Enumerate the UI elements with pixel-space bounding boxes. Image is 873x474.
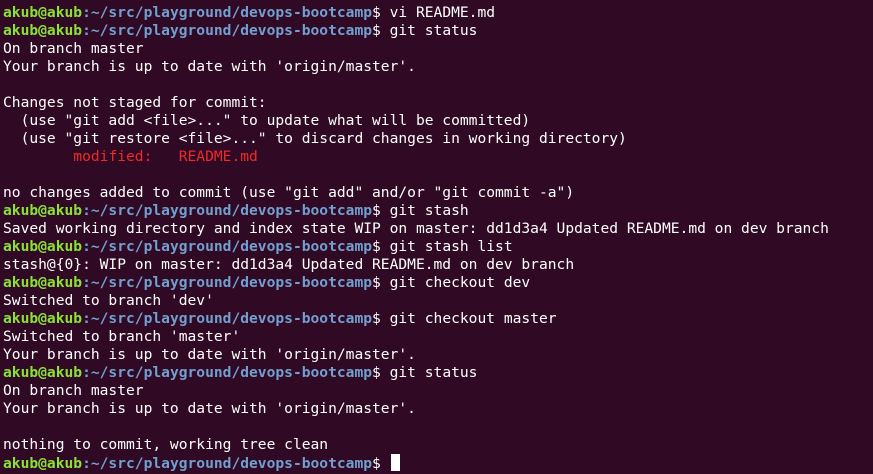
prompt-symbol: $: [372, 310, 390, 327]
prompt-user-host: akub@akub: [3, 310, 83, 327]
command-text: git status: [389, 364, 478, 381]
prompt-path: :~/src/playground/devops-bootcamp: [82, 274, 373, 291]
prompt-user-host: akub@akub: [3, 274, 83, 291]
prompt-symbol: $: [372, 364, 390, 381]
output-text: Changes not staged for commit:: [3, 94, 267, 111]
output-line: Your branch is up to date with 'origin/m…: [3, 346, 873, 364]
output-line: (use "git restore <file>..." to discard …: [3, 130, 873, 148]
output-line: On branch master: [3, 382, 873, 400]
prompt-symbol: $: [372, 274, 390, 291]
output-line: stash@{0}: WIP on master: dd1d3a4 Update…: [3, 256, 873, 274]
prompt-line: akub@akub:~/src/playground/devops-bootca…: [3, 22, 873, 40]
output-line: Saved working directory and index state …: [3, 220, 873, 238]
output-line: no changes added to commit (use "git add…: [3, 184, 873, 202]
text-cursor: [390, 454, 400, 471]
output-line: Switched to branch 'master': [3, 328, 873, 346]
output-text: (use "git restore <file>..." to discard …: [3, 130, 627, 147]
prompt-line: akub@akub:~/src/playground/devops-bootca…: [3, 364, 873, 382]
prompt-path: :~/src/playground/devops-bootcamp: [82, 22, 373, 39]
prompt-line: akub@akub:~/src/playground/devops-bootca…: [3, 274, 873, 292]
prompt-path: :~/src/playground/devops-bootcamp: [82, 310, 373, 327]
prompt-path: :~/src/playground/devops-bootcamp: [82, 364, 373, 381]
prompt-symbol: $: [372, 202, 390, 219]
prompt-symbol: $: [372, 22, 390, 39]
prompt-user-host: akub@akub: [3, 238, 83, 255]
prompt-path: :~/src/playground/devops-bootcamp: [82, 4, 373, 21]
prompt-path: :~/src/playground/devops-bootcamp: [82, 238, 373, 255]
output-text: Saved working directory and index state …: [3, 220, 829, 237]
output-text: On branch master: [3, 40, 144, 57]
prompt-user-host: akub@akub: [3, 364, 83, 381]
command-text: git stash list: [389, 238, 513, 255]
modified-file-text: modified: README.md: [3, 148, 258, 165]
prompt-symbol: $: [372, 238, 390, 255]
output-text: Your branch is up to date with 'origin/m…: [3, 58, 416, 75]
prompt-line: akub@akub:~/src/playground/devops-bootca…: [3, 202, 873, 220]
output-text: (use "git add <file>..." to update what …: [3, 112, 531, 129]
modified-file-line: modified: README.md: [3, 148, 873, 166]
command-text: git checkout dev: [389, 274, 531, 291]
output-text: On branch master: [3, 382, 144, 399]
output-text: Your branch is up to date with 'origin/m…: [3, 400, 416, 417]
output-text: Your branch is up to date with 'origin/m…: [3, 346, 416, 363]
output-text: nothing to commit, working tree clean: [3, 436, 329, 453]
command-text: git checkout master: [389, 310, 557, 327]
prompt-line: akub@akub:~/src/playground/devops-bootca…: [3, 238, 873, 256]
prompt-user-host: akub@akub: [3, 202, 83, 219]
prompt-path: :~/src/playground/devops-bootcamp: [82, 455, 373, 472]
command-text: git stash: [389, 202, 469, 219]
output-line: Your branch is up to date with 'origin/m…: [3, 400, 873, 418]
output-line: On branch master: [3, 40, 873, 58]
prompt-symbol: $: [372, 4, 390, 21]
command-text: git status: [389, 22, 478, 39]
prompt-line: akub@akub:~/src/playground/devops-bootca…: [3, 310, 873, 328]
terminal-window[interactable]: akub@akub:~/src/playground/devops-bootca…: [0, 0, 873, 474]
prompt-path: :~/src/playground/devops-bootcamp: [82, 202, 373, 219]
output-line: Switched to branch 'dev': [3, 292, 873, 310]
output-line: nothing to commit, working tree clean: [3, 436, 873, 454]
prompt-user-host: akub@akub: [3, 22, 83, 39]
prompt-user-host: akub@akub: [3, 4, 83, 21]
output-line: Changes not staged for commit:: [3, 94, 873, 112]
output-text: Switched to branch 'master': [3, 328, 241, 345]
prompt-symbol: $: [372, 455, 390, 472]
output-line: Your branch is up to date with 'origin/m…: [3, 58, 873, 76]
prompt-line: akub@akub:~/src/playground/devops-bootca…: [3, 4, 873, 22]
prompt-user-host: akub@akub: [3, 455, 83, 472]
output-line: (use "git add <file>..." to update what …: [3, 112, 873, 130]
output-text: Switched to branch 'dev': [3, 292, 214, 309]
active-prompt-line: akub@akub:~/src/playground/devops-bootca…: [3, 454, 873, 472]
output-text: no changes added to commit (use "git add…: [3, 184, 575, 201]
output-text: stash@{0}: WIP on master: dd1d3a4 Update…: [3, 256, 575, 273]
command-text: vi README.md: [389, 4, 496, 21]
